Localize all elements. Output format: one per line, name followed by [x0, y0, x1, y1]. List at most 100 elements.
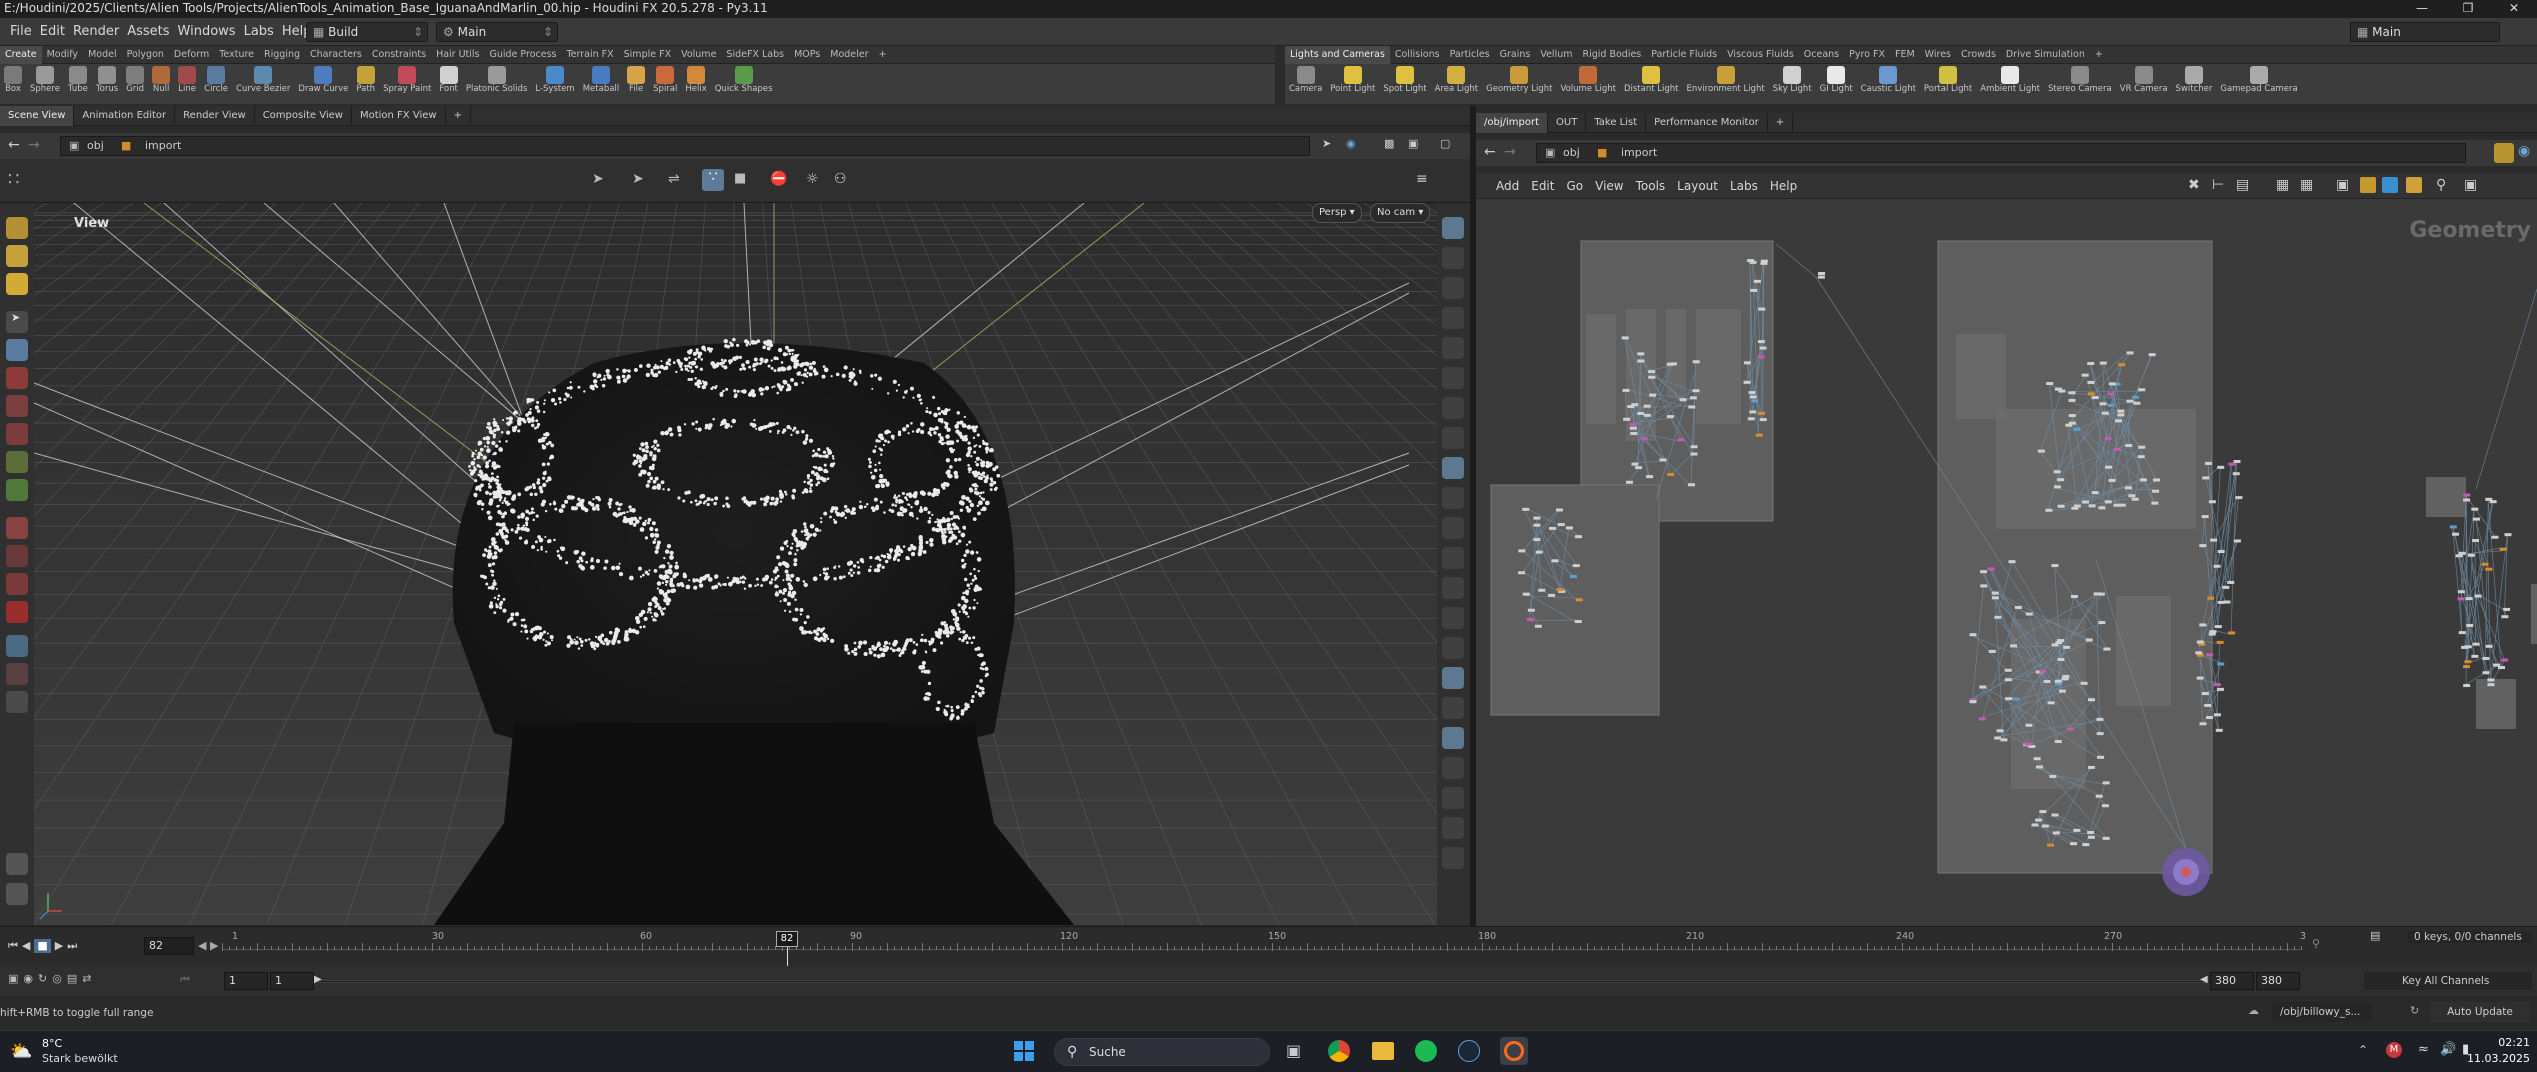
network-node[interactable]	[2091, 396, 2099, 400]
network-node[interactable]	[1570, 575, 1578, 579]
tool-stereo-camera[interactable]: Stereo Camera	[2048, 64, 2112, 104]
network-node[interactable]	[2047, 701, 2055, 705]
network-node[interactable]	[1574, 620, 1582, 624]
network-node[interactable]	[1648, 370, 1656, 374]
first-frame-icon[interactable]: ⏮	[8, 939, 18, 953]
network-node[interactable]	[2210, 538, 2218, 542]
network-node[interactable]	[2213, 683, 2221, 687]
network-node[interactable]	[1538, 588, 1546, 592]
network-node[interactable]	[1534, 624, 1542, 628]
step-back-icon[interactable]: ◀	[198, 939, 206, 952]
network-node[interactable]	[1643, 404, 1651, 408]
network-node[interactable]	[2057, 478, 2065, 482]
network-node[interactable]	[2118, 363, 2126, 367]
viewport-option-icon[interactable]	[1442, 697, 1464, 719]
network-node[interactable]	[1667, 472, 1675, 476]
network-node[interactable]	[1749, 260, 1757, 264]
network-node[interactable]	[1692, 389, 1700, 393]
network-node[interactable]	[2101, 411, 2109, 415]
network-node[interactable]	[2138, 388, 2146, 392]
network-node[interactable]	[2081, 373, 2089, 377]
network-node[interactable]	[2005, 697, 2013, 701]
network-node[interactable]	[2113, 447, 2121, 451]
network-node[interactable]	[1988, 649, 1996, 653]
tool-platonic-solids[interactable]: Platonic Solids	[466, 64, 527, 104]
viewport-option-icon[interactable]	[1442, 547, 1464, 569]
tool-ambient-light[interactable]: Ambient Light	[1980, 64, 2040, 104]
network-node[interactable]	[2102, 781, 2110, 785]
network-node[interactable]	[1648, 375, 1656, 379]
network-node[interactable]	[1555, 508, 1563, 512]
network-node[interactable]	[2053, 485, 2061, 489]
playhead-marker[interactable]: 82	[776, 931, 798, 947]
current-frame-field[interactable]: 82	[144, 937, 194, 955]
viewport-option-icon[interactable]	[1442, 817, 1464, 839]
tool-torus[interactable]: Torus	[96, 64, 118, 104]
loop-icon[interactable]: ↻	[38, 972, 47, 985]
snap-icon[interactable]: ⇌	[668, 171, 680, 187]
tool-sphere[interactable]: Sphere	[30, 64, 60, 104]
network-node[interactable]	[2107, 392, 2115, 396]
stop-icon[interactable]: ■	[734, 171, 746, 186]
network-node[interactable]	[2103, 647, 2111, 651]
tool-l-system[interactable]: L-System	[535, 64, 575, 104]
tray-app-icon[interactable]: M	[2386, 1042, 2402, 1058]
path-field[interactable]: ▣ obj ■ import	[60, 136, 1310, 156]
network-node[interactable]	[1666, 415, 1674, 419]
tool-gamepad-camera[interactable]: Gamepad Camera	[2220, 64, 2298, 104]
network-node[interactable]	[2455, 554, 2463, 558]
network-node[interactable]	[2108, 382, 2116, 386]
network-node[interactable]	[2039, 670, 2047, 674]
range-handle-right-icon[interactable]: ◀	[2200, 974, 2208, 985]
shelf-tab-fem[interactable]: FEM	[1890, 46, 1920, 64]
network-node[interactable]	[2102, 836, 2110, 840]
network-menu-go[interactable]: Go	[1560, 173, 1589, 199]
path-segment-obj[interactable]: obj	[1563, 146, 1580, 159]
network-node[interactable]	[2101, 804, 2109, 808]
shelf-tab-grains[interactable]: Grains	[1495, 46, 1536, 64]
network-node[interactable]	[1996, 729, 2004, 733]
grid-dots-icon[interactable]: ∷	[8, 169, 19, 190]
network-node[interactable]	[1759, 346, 1767, 350]
shelf-tab-wires[interactable]: Wires	[1920, 46, 1956, 64]
range-end-field[interactable]: 380	[2210, 972, 2254, 990]
render-region-icon[interactable]	[6, 691, 28, 713]
network-node[interactable]	[2061, 677, 2069, 681]
network-node[interactable]	[1991, 591, 1999, 595]
shelf-tab-simple-fx[interactable]: Simple FX	[619, 46, 676, 64]
network-node[interactable]	[1518, 549, 1526, 553]
menu-windows[interactable]: Windows	[174, 18, 240, 46]
audio-icon[interactable]: ▣	[8, 972, 18, 985]
network-node[interactable]	[2222, 585, 2230, 589]
key-filter-icon[interactable]: ◉	[23, 972, 33, 985]
magnet-icon[interactable]	[6, 573, 28, 595]
network-node[interactable]	[2463, 493, 2471, 497]
network-node[interactable]	[1535, 550, 1543, 554]
network-subbox[interactable]	[2426, 477, 2466, 517]
network-node[interactable]	[2482, 657, 2490, 661]
network-node[interactable]	[2070, 842, 2078, 846]
network-node[interactable]	[2217, 550, 2225, 554]
pin-icon[interactable]: ➤	[1322, 137, 1331, 150]
tool-sky-light[interactable]: Sky Light	[1773, 64, 1812, 104]
shelf-tab-polygon[interactable]: Polygon	[122, 46, 169, 64]
network-node[interactable]	[2125, 444, 2133, 448]
network-node[interactable]	[2463, 684, 2471, 688]
pane-tab-composite-view[interactable]: Composite View	[255, 106, 352, 126]
network-node[interactable]	[2068, 414, 2076, 418]
file-explorer-icon[interactable]	[1372, 1042, 1394, 1060]
network-node[interactable]	[1753, 279, 1761, 283]
network-node[interactable]	[1637, 352, 1645, 356]
shelf-tab-characters[interactable]: Characters	[305, 46, 367, 64]
network-node[interactable]	[1621, 336, 1629, 340]
network-node[interactable]	[2054, 387, 2062, 391]
link-icon[interactable]: ◉	[2518, 143, 2530, 159]
tool-file[interactable]: File	[627, 64, 646, 104]
network-menu-edit[interactable]: Edit	[1525, 173, 1560, 199]
network-node[interactable]	[2199, 544, 2207, 548]
network-node[interactable]	[2043, 679, 2051, 683]
network-menu-view[interactable]: View	[1589, 173, 1629, 199]
network-node[interactable]	[2133, 401, 2141, 405]
box-select-icon[interactable]	[6, 517, 28, 539]
display-points-icon[interactable]: ∵	[702, 169, 724, 191]
